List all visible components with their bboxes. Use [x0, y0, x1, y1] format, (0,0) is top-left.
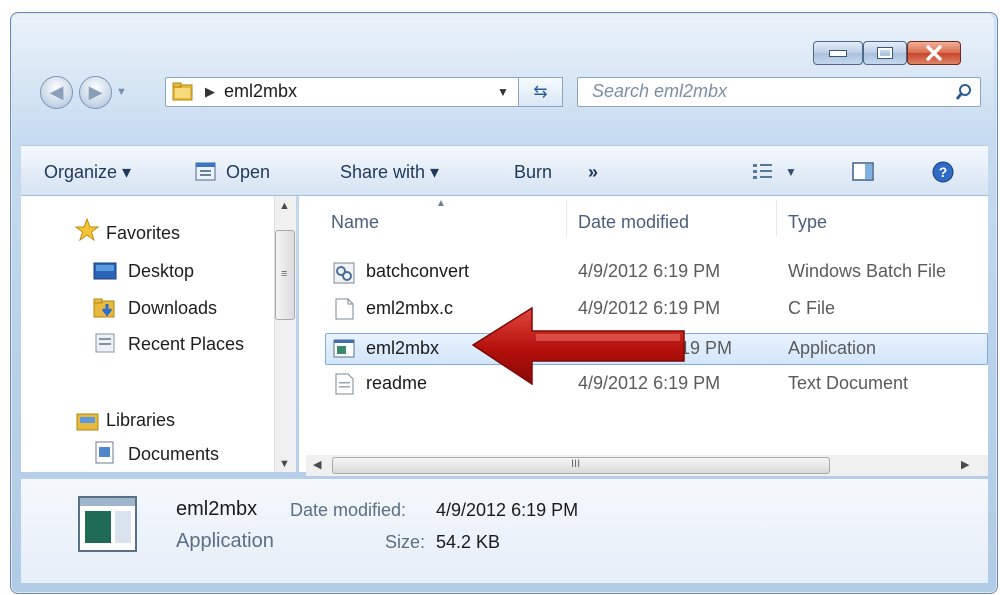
address-dropdown-icon[interactable]: ▼	[497, 85, 509, 99]
file-name: batchconvert	[366, 261, 470, 281]
back-button[interactable]: ◀	[40, 76, 73, 109]
minimize-button[interactable]	[813, 41, 863, 65]
file-type: Text Document	[788, 373, 909, 393]
more-commands-button[interactable]: »	[588, 162, 598, 183]
details-date-label: Date modified:	[290, 500, 407, 520]
nav-item-libraries[interactable]: Libraries	[106, 410, 175, 431]
nav-item-desktop[interactable]: Desktop	[128, 261, 194, 282]
minimize-icon	[829, 49, 847, 57]
details-size-label: Size:	[385, 532, 426, 552]
open-button[interactable]: Open	[226, 162, 270, 183]
search-icon[interactable]	[955, 83, 973, 101]
details-file-kind: Application	[176, 530, 274, 552]
batch-file-icon	[333, 262, 355, 284]
file-type: C File	[788, 298, 836, 318]
view-options-icon[interactable]	[752, 162, 774, 182]
recent-places-icon	[95, 333, 115, 353]
file-type: Application	[788, 338, 877, 358]
refresh-icon: ⇆	[533, 82, 548, 101]
open-icon	[195, 162, 216, 181]
documents-icon	[95, 441, 114, 464]
back-arrow-icon: ◀	[49, 82, 64, 102]
svg-text:?: ?	[939, 164, 948, 180]
nav-item-documents[interactable]: Documents	[128, 444, 219, 465]
forward-arrow-icon: ▶	[88, 82, 103, 102]
nav-item-recent-places[interactable]: Recent Places	[128, 334, 244, 355]
scroll-left-icon[interactable]: ◀	[313, 458, 321, 471]
favorites-star-icon	[75, 218, 99, 242]
column-header-date-modified[interactable]: Date modified	[578, 212, 689, 233]
share-with-menu[interactable]: Share with ▾	[340, 162, 439, 183]
breadcrumb-separator-icon: ▶	[205, 84, 215, 99]
details-pane	[21, 478, 988, 583]
scroll-right-icon[interactable]: ▶	[961, 458, 969, 471]
organize-menu[interactable]: Organize ▾	[44, 162, 131, 183]
forward-button[interactable]: ▶	[79, 76, 112, 109]
refresh-button[interactable]: ⇆	[518, 77, 563, 107]
preview-pane-icon[interactable]	[851, 161, 875, 183]
file-name: readme	[366, 373, 428, 393]
file-name: eml2mbx	[366, 338, 440, 358]
text-document-icon	[335, 373, 354, 395]
details-size-value: 54.2 KB	[436, 532, 501, 552]
maximize-button[interactable]	[863, 41, 907, 65]
horizontal-scroll-thumb[interactable]	[332, 457, 830, 474]
file-name: eml2mbx.c	[366, 298, 454, 318]
column-divider	[776, 200, 777, 236]
c-file-icon	[335, 298, 354, 320]
maximize-icon	[877, 47, 893, 59]
view-dropdown-icon[interactable]: ▼	[785, 165, 797, 179]
search-placeholder: Search eml2mbx	[592, 81, 728, 101]
file-type: Windows Batch File	[788, 261, 947, 281]
red-arrow-annotation	[471, 306, 685, 386]
downloads-folder-icon	[93, 298, 115, 318]
details-file-name: eml2mbx	[176, 498, 258, 520]
nav-item-downloads[interactable]: Downloads	[128, 298, 217, 319]
command-bar	[21, 145, 988, 196]
details-date-value: 4/9/2012 6:19 PM	[436, 500, 579, 520]
column-divider	[566, 200, 567, 236]
burn-button[interactable]: Burn	[514, 162, 552, 183]
desktop-icon	[93, 262, 117, 280]
column-header-name[interactable]: Name	[331, 212, 379, 233]
scroll-down-icon[interactable]: ▼	[279, 458, 290, 470]
horizontal-scroll-grip: III	[571, 458, 581, 470]
close-icon	[926, 45, 942, 61]
sort-ascending-icon: ▲	[436, 198, 446, 209]
close-button[interactable]	[907, 41, 961, 65]
libraries-icon	[76, 413, 99, 431]
scroll-up-icon[interactable]: ▲	[279, 200, 290, 212]
scroll-thumb-grip-icon: ≡	[281, 268, 288, 280]
application-icon	[333, 339, 355, 358]
nav-item-favorites[interactable]: Favorites	[106, 223, 180, 244]
application-large-icon	[78, 496, 137, 552]
help-icon[interactable]: ?	[931, 160, 955, 184]
folder-icon	[172, 82, 193, 101]
file-date: 4/9/2012 6:19 PM	[578, 261, 721, 281]
recent-pages-dropdown[interactable]: ▼	[116, 86, 127, 98]
column-header-type[interactable]: Type	[788, 212, 827, 233]
breadcrumb-eml2mbx[interactable]: eml2mbx	[224, 81, 297, 102]
